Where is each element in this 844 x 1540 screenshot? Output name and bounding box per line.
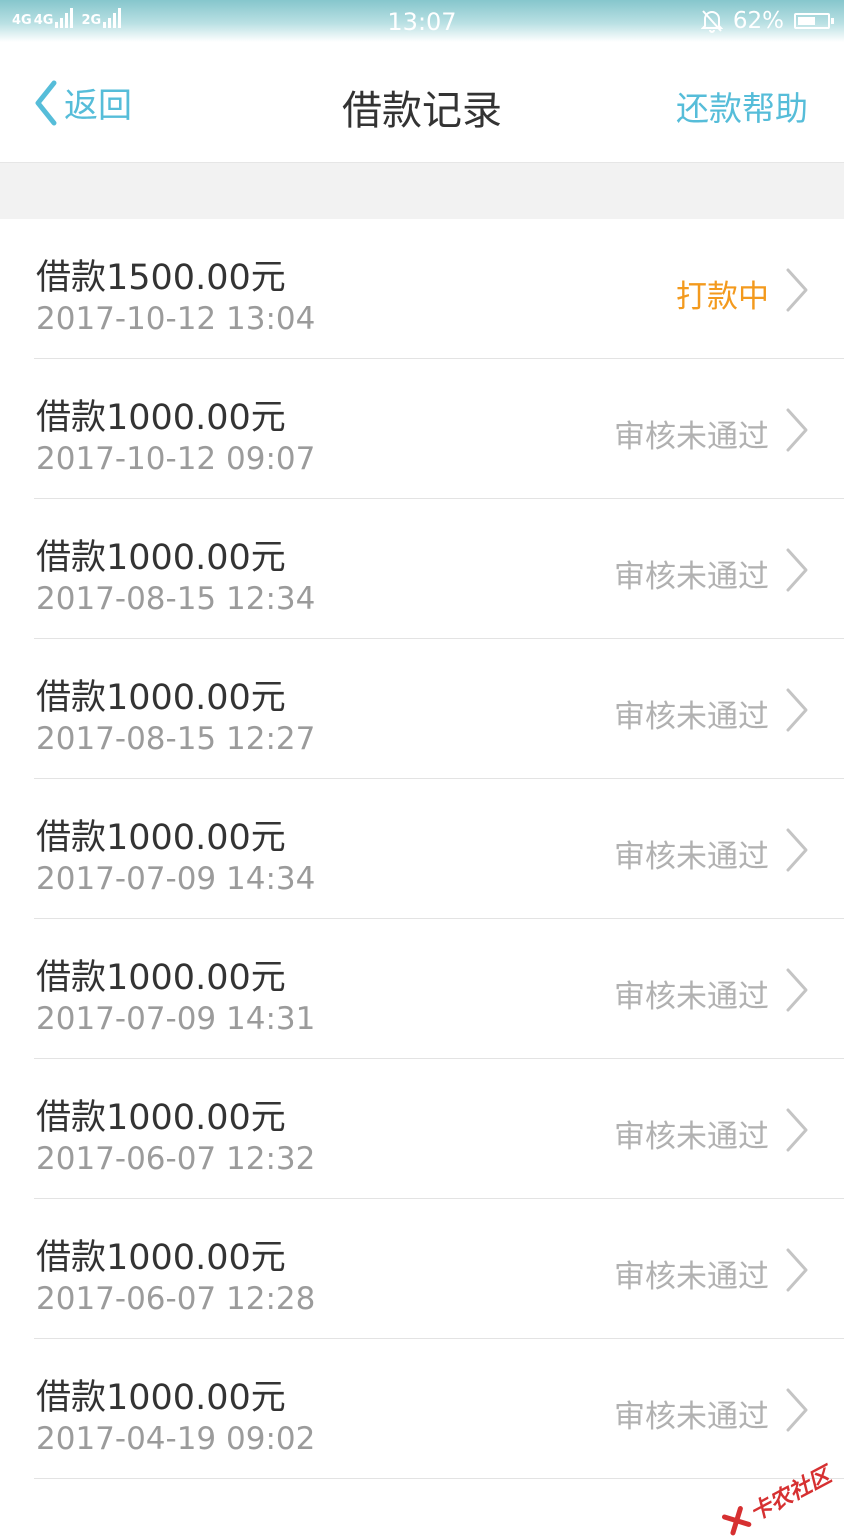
chevron-right-icon bbox=[786, 548, 808, 592]
loan-amount: 借款1500.00元 bbox=[36, 258, 286, 298]
loan-time: 2017-08-15 12:34 bbox=[36, 581, 316, 617]
section-spacer bbox=[0, 163, 844, 219]
bell-muted-icon bbox=[700, 10, 723, 33]
loan-time: 2017-08-15 12:27 bbox=[36, 721, 316, 757]
loan-record-row[interactable]: 借款1000.00元 2017-07-09 14:34 审核未通过 bbox=[34, 779, 844, 919]
loan-record-list: 借款1500.00元 2017-10-12 13:04 打款中 借款1000.00元 2… bbox=[0, 219, 844, 1479]
chevron-right-icon bbox=[786, 268, 808, 312]
chevron-right-icon bbox=[786, 1108, 808, 1152]
loan-status: 审核未通过 bbox=[614, 559, 769, 595]
loan-status: 审核未通过 bbox=[614, 1399, 769, 1435]
repayment-help-link[interactable]: 还款帮助 bbox=[676, 82, 808, 130]
loan-amount: 借款1000.00元 bbox=[36, 958, 286, 998]
nav-bar: 返回 借款记录 还款帮助 bbox=[0, 42, 844, 163]
loan-time: 2017-07-09 14:34 bbox=[36, 861, 316, 897]
loan-status: 审核未通过 bbox=[614, 1119, 769, 1155]
loan-status: 审核未通过 bbox=[614, 839, 769, 875]
loan-time: 2017-10-12 09:07 bbox=[36, 441, 316, 477]
chevron-right-icon bbox=[786, 1388, 808, 1432]
loan-record-row[interactable]: 借款1000.00元 2017-04-19 09:02 审核未通过 bbox=[34, 1339, 844, 1479]
status-bar: 4G 4G 2G 13:07 62% bbox=[0, 0, 844, 42]
loan-record-row[interactable]: 借款1000.00元 2017-06-07 12:32 审核未通过 bbox=[34, 1059, 844, 1199]
loan-time: 2017-07-09 14:31 bbox=[36, 1001, 316, 1037]
loan-amount: 借款1000.00元 bbox=[36, 538, 286, 578]
loan-status: 审核未通过 bbox=[614, 699, 769, 735]
chevron-right-icon bbox=[786, 688, 808, 732]
back-label: 返回 bbox=[64, 86, 132, 126]
loan-record-row[interactable]: 借款1000.00元 2017-08-15 12:34 审核未通过 bbox=[34, 499, 844, 639]
loan-status: 打款中 bbox=[676, 279, 769, 315]
chevron-right-icon bbox=[786, 1248, 808, 1292]
chevron-right-icon bbox=[786, 828, 808, 872]
loan-time: 2017-04-19 09:02 bbox=[36, 1421, 316, 1457]
chevron-left-icon bbox=[35, 80, 57, 125]
loan-amount: 借款1000.00元 bbox=[36, 818, 286, 858]
battery-fill bbox=[798, 17, 816, 25]
back-button[interactable]: 返回 bbox=[34, 78, 132, 127]
loan-amount: 借款1000.00元 bbox=[36, 1238, 286, 1278]
loan-status: 审核未通过 bbox=[614, 1259, 769, 1295]
loan-time: 2017-10-12 13:04 bbox=[36, 301, 316, 337]
battery-icon bbox=[794, 13, 834, 29]
loan-amount: 借款1000.00元 bbox=[36, 678, 286, 718]
loan-record-row[interactable]: 借款1000.00元 2017-08-15 12:27 审核未通过 bbox=[34, 639, 844, 779]
loan-time: 2017-06-07 12:32 bbox=[36, 1141, 316, 1177]
loan-status: 审核未通过 bbox=[614, 419, 769, 455]
status-right: 62% bbox=[700, 8, 834, 34]
loan-amount: 借款1000.00元 bbox=[36, 1098, 286, 1138]
loan-record-row[interactable]: 借款1000.00元 2017-10-12 09:07 审核未通过 bbox=[34, 359, 844, 499]
loan-status: 审核未通过 bbox=[614, 979, 769, 1015]
chevron-right-icon bbox=[786, 968, 808, 1012]
chevron-right-icon bbox=[786, 408, 808, 452]
battery-percent: 62% bbox=[732, 8, 784, 34]
loan-amount: 借款1000.00元 bbox=[36, 1378, 286, 1418]
loan-record-row[interactable]: 借款1000.00元 2017-07-09 14:31 审核未通过 bbox=[34, 919, 844, 1059]
loan-amount: 借款1000.00元 bbox=[36, 398, 286, 438]
loan-time: 2017-06-07 12:28 bbox=[36, 1281, 316, 1317]
loan-record-row[interactable]: 借款1000.00元 2017-06-07 12:28 审核未通过 bbox=[34, 1199, 844, 1339]
loan-record-row[interactable]: 借款1500.00元 2017-10-12 13:04 打款中 bbox=[34, 219, 844, 359]
